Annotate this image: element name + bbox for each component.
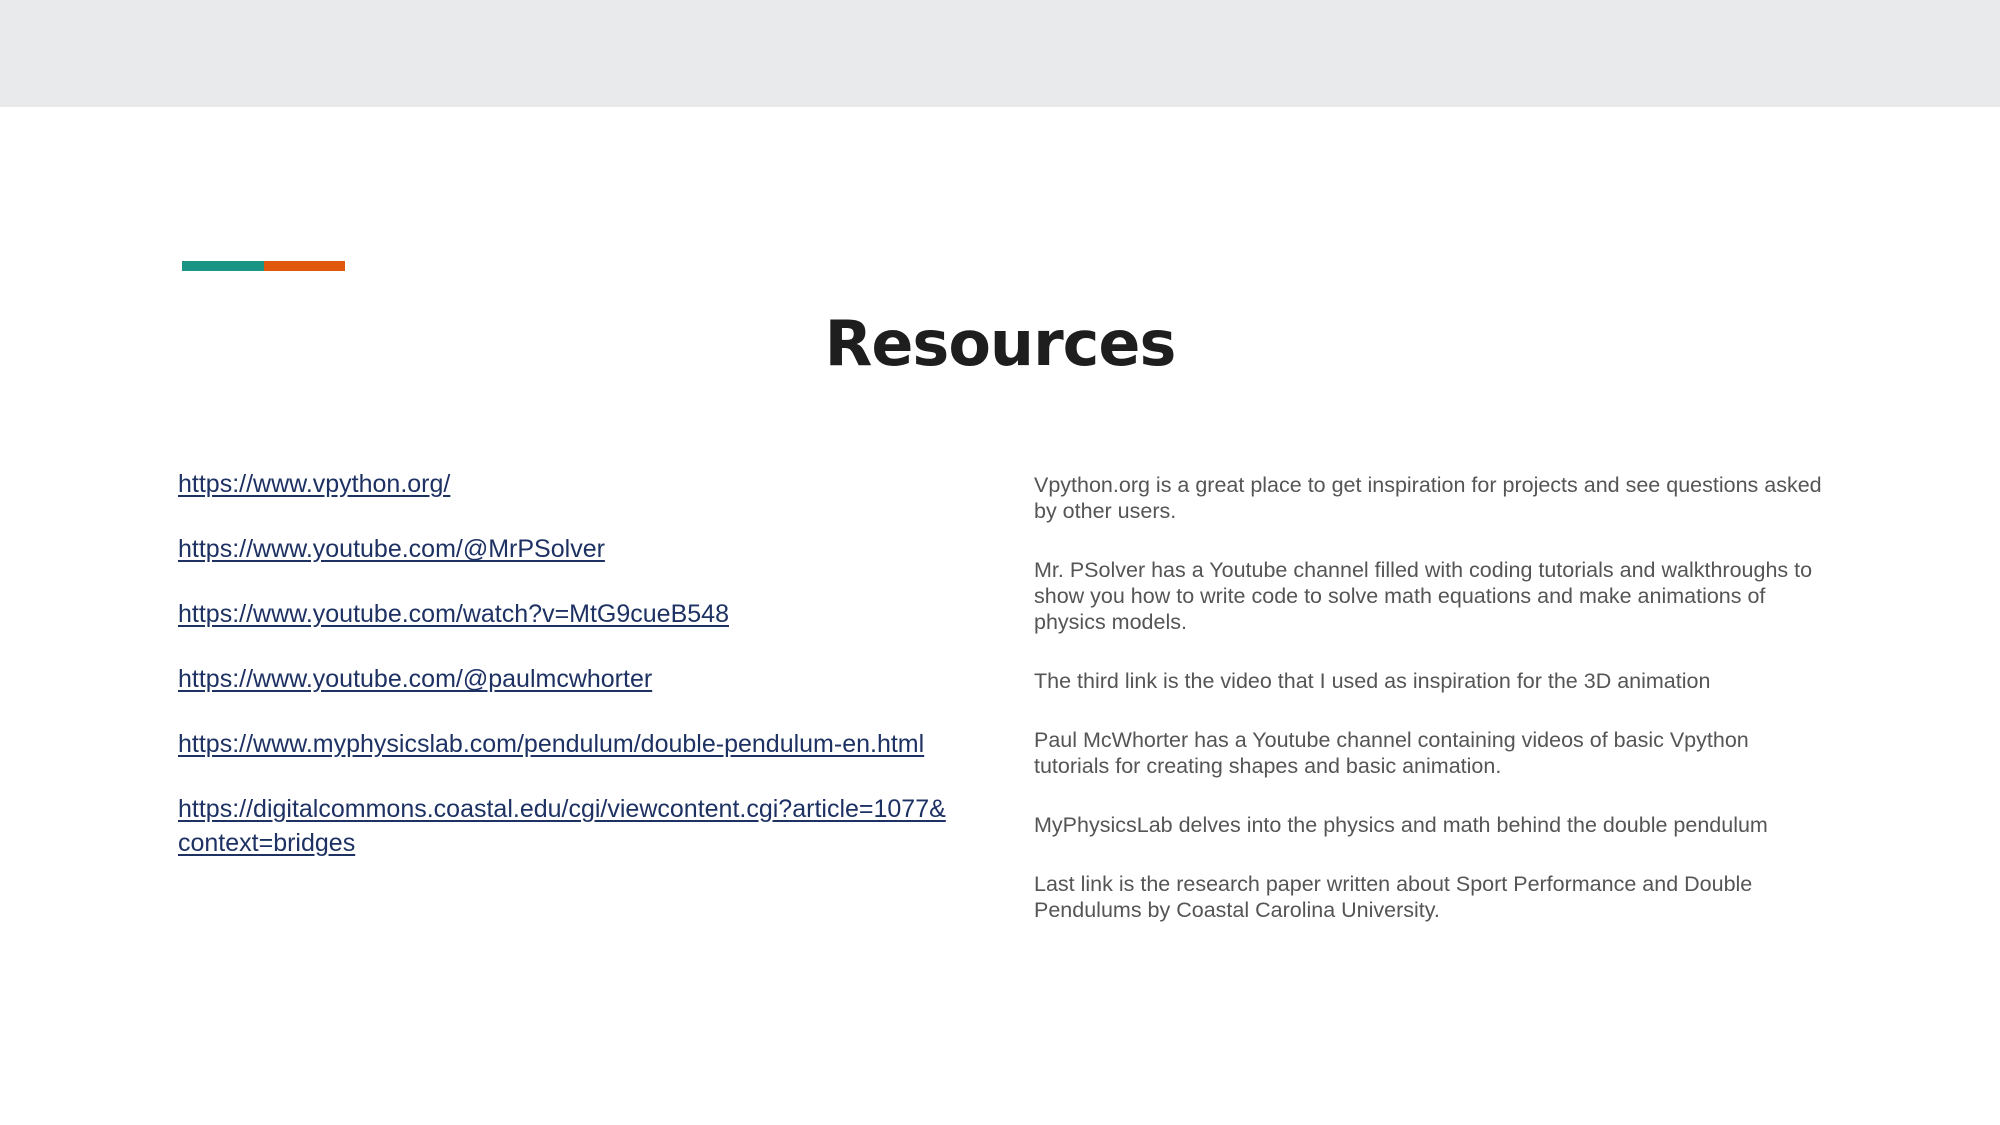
link-paulmcwhorter[interactable]: https://www.youtube.com/@paulmcwhorter [178,665,652,693]
link-vpython[interactable]: https://www.vpython.org/ [178,470,450,498]
slide-title: Resources [824,307,1177,380]
list-item: https://digitalcommons.coastal.edu/cgi/v… [178,792,978,860]
description-paulmcwhorter: Paul McWhorter has a Youtube channel con… [1034,728,1749,778]
list-item: https://www.youtube.com/@paulmcwhorter [178,662,978,696]
list-item: https://www.myphysicslab.com/pendulum/do… [178,727,978,761]
description-myphysicslab: MyPhysicsLab delves into the physics and… [1034,813,1768,837]
resource-links-list: https://www.vpython.org/ https://www.you… [178,467,978,891]
title-accent-bar [182,261,345,271]
link-myphysicslab[interactable]: https://www.myphysicslab.com/pendulum/do… [178,730,924,758]
description-digitalcommons: Last link is the research paper written … [1034,872,1753,922]
resource-descriptions-list: Vpython.org is a great place to get insp… [1034,472,1824,956]
list-item: https://www.youtube.com/@MrPSolver [178,532,978,566]
description-vpython: Vpython.org is a great place to get insp… [1034,473,1822,523]
description-video: The third link is the video that I used … [1034,669,1711,693]
link-digitalcommons[interactable]: https://digitalcommons.coastal.edu/cgi/v… [178,795,946,857]
top-band [0,0,2000,107]
description-mrpsolver: Mr. PSolver has a Youtube channel filled… [1034,558,1813,634]
list-item: https://www.vpython.org/ [178,467,978,501]
accent-segment-orange [263,261,345,271]
link-mrpsolver[interactable]: https://www.youtube.com/@MrPSolver [178,535,605,563]
accent-segment-teal [182,261,264,271]
link-youtube-video[interactable]: https://www.youtube.com/watch?v=MtG9cueB… [178,600,729,628]
list-item: https://www.youtube.com/watch?v=MtG9cueB… [178,597,978,631]
